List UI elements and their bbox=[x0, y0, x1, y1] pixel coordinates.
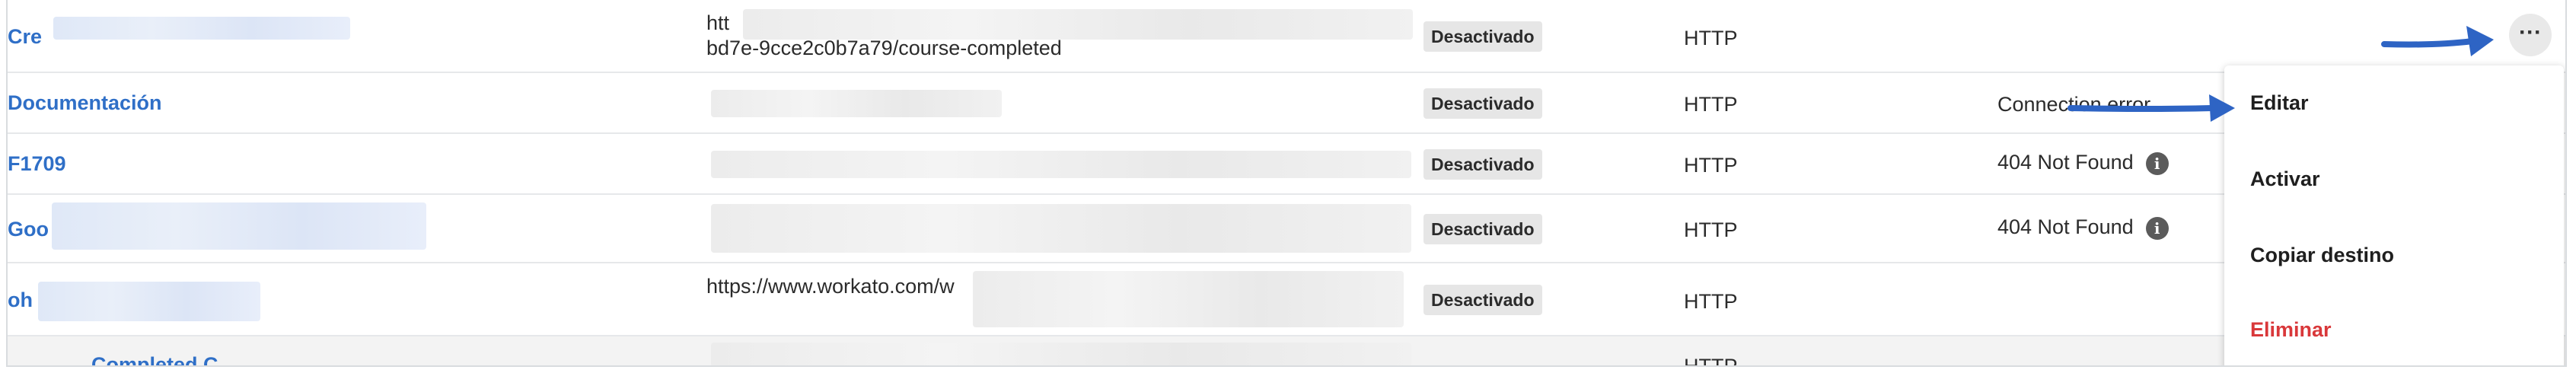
redacted-area bbox=[53, 17, 350, 40]
row-name-link[interactable]: oh bbox=[8, 289, 33, 312]
row-actions-menu: Editar Activar Copiar destino Eliminar bbox=[2224, 65, 2564, 365]
row-name-link[interactable]: Documentación bbox=[8, 91, 162, 115]
table-row: F1709 Desactivado HTTP 404 Not Found i bbox=[8, 134, 2565, 195]
row-name-link[interactable]: Cre bbox=[8, 25, 42, 49]
redacted-area bbox=[711, 90, 1002, 117]
info-icon[interactable]: i bbox=[2145, 216, 2169, 240]
arrow-annotation-icon bbox=[2381, 26, 2494, 56]
protocol-label: HTTP bbox=[1684, 290, 1738, 313]
error-text: 404 Not Found i bbox=[1997, 215, 2169, 240]
webhook-table: Cre htt bd7e-9cce2c0b7a79/course-complet… bbox=[6, 0, 2567, 367]
status-badge: Desactivado bbox=[1423, 21, 1542, 52]
table-row: Cre htt bd7e-9cce2c0b7a79/course-complet… bbox=[8, 0, 2565, 73]
url-line-1: https://www.workato.com/w bbox=[706, 275, 955, 298]
info-icon[interactable]: i bbox=[2145, 151, 2169, 175]
protocol-label: HTTP bbox=[1684, 27, 1738, 49]
menu-item-eliminar[interactable]: Eliminar bbox=[2250, 318, 2332, 342]
redacted-area bbox=[973, 271, 1404, 327]
row-name-link[interactable]: F1709 bbox=[8, 152, 66, 176]
protocol-label: HTTP bbox=[1684, 154, 1738, 177]
menu-item-activar[interactable]: Activar bbox=[2250, 167, 2320, 191]
redacted-area bbox=[711, 151, 1411, 178]
row-name-link[interactable]: Completed C bbox=[91, 353, 218, 365]
table-row: Completed C HTTP bbox=[8, 336, 2565, 367]
redacted-area bbox=[743, 9, 1413, 40]
redacted-area bbox=[711, 343, 1411, 365]
protocol-label: HTTP bbox=[1684, 355, 1738, 367]
protocol-label: HTTP bbox=[1684, 218, 1738, 241]
more-actions-button[interactable]: ··· bbox=[2509, 14, 2552, 56]
more-horizontal-icon: ··· bbox=[2519, 20, 2542, 45]
status-badge: Desactivado bbox=[1423, 285, 1542, 315]
protocol-label: HTTP bbox=[1684, 93, 1738, 116]
table-row: Goo Desactivado HTTP 404 Not Found i bbox=[8, 195, 2565, 263]
row-name-link[interactable]: Goo bbox=[8, 218, 49, 241]
error-text: 404 Not Found i bbox=[1997, 151, 2169, 175]
menu-item-editar[interactable]: Editar bbox=[2250, 91, 2309, 115]
arrow-annotation-icon bbox=[2067, 94, 2235, 122]
error-label: 404 Not Found bbox=[1997, 151, 2134, 174]
table-row: oh https://www.workato.com/w Desactivado… bbox=[8, 263, 2565, 336]
status-badge: Desactivado bbox=[1423, 149, 1542, 180]
redacted-area bbox=[52, 202, 426, 250]
status-badge: Desactivado bbox=[1423, 88, 1542, 119]
redacted-area bbox=[38, 282, 260, 321]
redacted-area bbox=[711, 204, 1411, 253]
menu-item-copiar-destino[interactable]: Copiar destino bbox=[2250, 244, 2394, 267]
row-url: https://www.workato.com/w bbox=[706, 274, 955, 299]
error-label: 404 Not Found bbox=[1997, 215, 2134, 238]
status-badge: Desactivado bbox=[1423, 214, 1542, 244]
